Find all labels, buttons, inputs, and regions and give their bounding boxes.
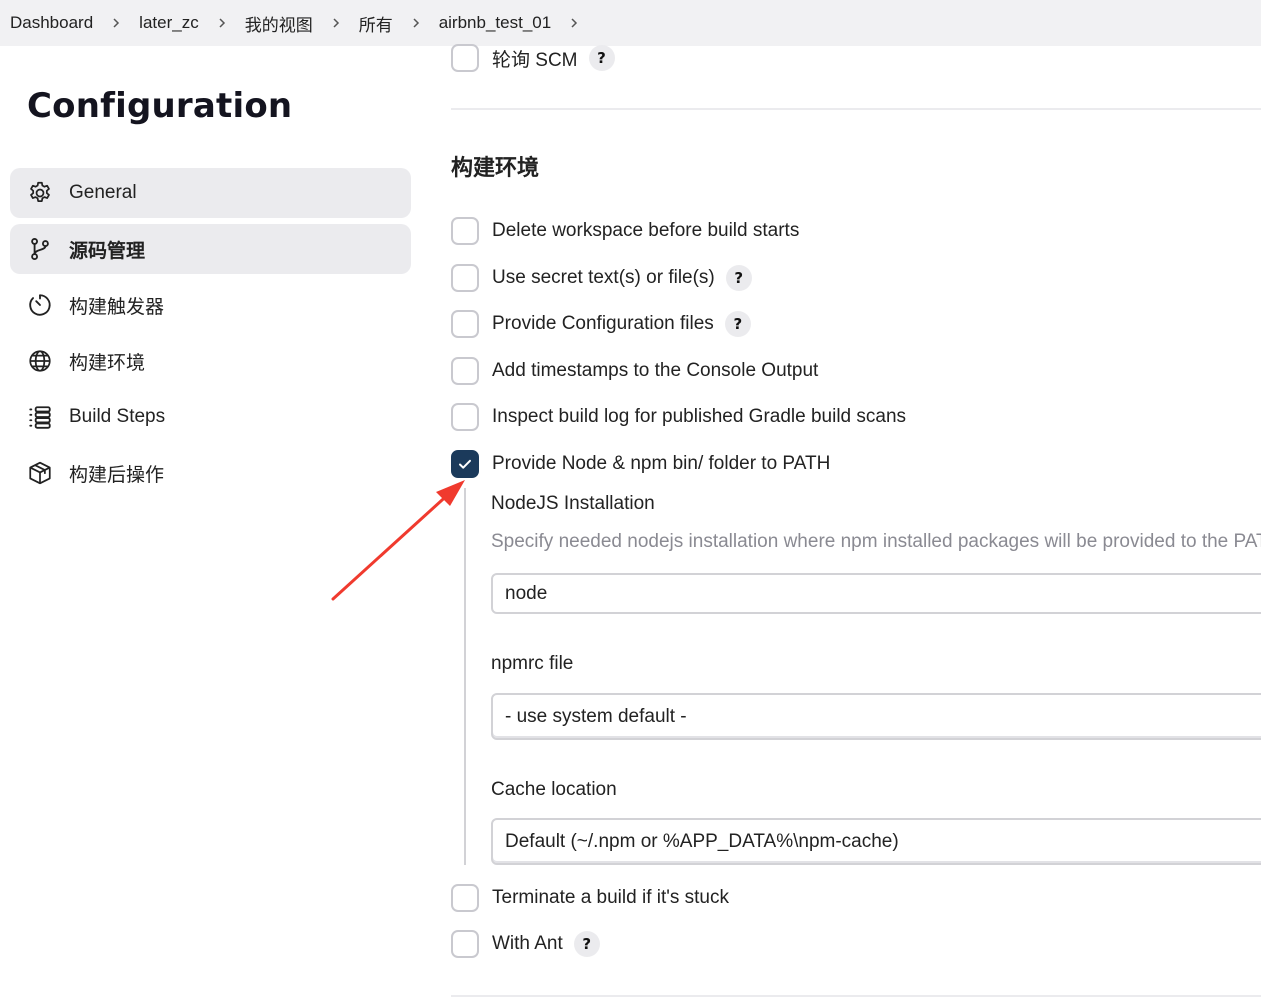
cache-location-selected-value: Default (~/.npm or %APP_DATA%\npm-cache) [505,830,899,852]
sidebar-item-scm[interactable]: 源码管理 [10,224,411,274]
option-label[interactable]: 轮询 SCM [492,45,578,72]
breadcrumb-my-views[interactable]: 我的视图 [245,11,313,36]
page-title: Configuration [27,86,293,126]
breadcrumb-all[interactable]: 所有 [359,11,393,36]
npmrc-file-label: npmrc file [491,653,574,674]
option-label[interactable]: Add timestamps to the Console Output [492,360,818,382]
poll-scm-checkbox[interactable] [451,44,479,72]
nodejs-installation-description: Specify needed nodejs installation where… [491,531,1261,552]
sidebar-item-general[interactable]: General [10,168,411,218]
breadcrumb-user[interactable]: later_zc [139,13,199,33]
option-label[interactable]: Provide Configuration files [492,313,714,335]
delete-workspace-checkbox[interactable] [451,217,479,245]
node-npm-path-checkbox[interactable] [451,450,479,478]
checkmark-icon [459,459,471,469]
cache-location-label: Cache location [491,779,617,800]
sidebar-item-build-env[interactable]: 构建环境 [10,336,411,386]
with-ant-checkbox[interactable] [451,930,479,958]
option-with-ant: With Ant ? [451,929,600,959]
chevron-right-icon [93,17,139,29]
option-label[interactable]: Inspect build log for published Gradle b… [492,406,906,428]
config-files-checkbox[interactable] [451,310,479,338]
chevron-right-icon [313,17,359,29]
sidebar-item-label: Build Steps [69,406,166,427]
timer-icon [26,291,54,319]
option-label[interactable]: With Ant [492,933,563,955]
npmrc-file-select[interactable]: - use system default - [491,693,1261,740]
section-divider [451,108,1261,110]
gear-icon [26,179,54,207]
breadcrumb-job[interactable]: airbnb_test_01 [439,13,551,33]
sidebar-item-post-build[interactable]: 构建后操作 [10,448,411,498]
sidebar-item-label: 构建后操作 [69,464,165,486]
nodejs-installation-input[interactable] [491,573,1261,614]
npmrc-file-selected-value: - use system default - [505,705,687,727]
option-gradle-scans: Inspect build log for published Gradle b… [451,402,906,432]
option-config-files: Provide Configuration files ? [451,309,751,339]
breadcrumb-dashboard[interactable]: Dashboard [10,13,93,33]
sidebar-item-triggers[interactable]: 构建触发器 [10,280,411,330]
section-divider [451,995,1261,997]
option-poll-scm: 轮询 SCM ? [451,43,615,73]
git-branch-icon [26,235,54,263]
option-secret-text: Use secret text(s) or file(s) ? [451,263,752,293]
chevron-right-icon[interactable] [551,17,597,29]
sidebar-item-label: General [69,182,137,203]
option-label[interactable]: Delete workspace before build starts [492,220,799,242]
section-title-build-env: 构建环境 [451,155,540,180]
option-timestamps: Add timestamps to the Console Output [451,356,818,386]
cache-location-select[interactable]: Default (~/.npm or %APP_DATA%\npm-cache) [491,818,1261,865]
sidebar-item-build-steps[interactable]: Build Steps [10,392,411,442]
option-label[interactable]: Use secret text(s) or file(s) [492,267,715,289]
help-icon[interactable]: ? [724,311,751,337]
option-node-npm-path: Provide Node & npm bin/ folder to PATH [451,449,830,479]
help-icon[interactable]: ? [725,265,752,291]
option-label[interactable]: Provide Node & npm bin/ folder to PATH [492,453,830,475]
option-terminate-stuck: Terminate a build if it's stuck [451,883,729,913]
option-label[interactable]: Terminate a build if it's stuck [492,887,729,909]
sidebar-item-label: 构建环境 [69,352,146,374]
chevron-right-icon [199,17,245,29]
nested-section-indicator [464,488,466,865]
globe-icon [26,347,54,375]
sidebar-item-label: 源码管理 [69,240,146,262]
help-icon[interactable]: ? [588,45,615,71]
gradle-scans-checkbox[interactable] [451,403,479,431]
list-icon [26,403,54,431]
sidebar-item-label: 构建触发器 [69,296,165,318]
option-delete-workspace: Delete workspace before build starts [451,216,799,246]
breadcrumb: Dashboard later_zc 我的视图 所有 airbnb_test_0… [0,0,1261,46]
timestamps-checkbox[interactable] [451,357,479,385]
terminate-stuck-checkbox[interactable] [451,884,479,912]
nodejs-installation-label: NodeJS Installation [491,493,655,514]
sidebar-nav: General 源码管理 构建触发器 构建环境 Build Steps 构建后操… [10,168,411,504]
help-icon[interactable]: ? [573,931,600,957]
package-icon [26,459,54,487]
secret-text-checkbox[interactable] [451,264,479,292]
chevron-right-icon [393,17,439,29]
